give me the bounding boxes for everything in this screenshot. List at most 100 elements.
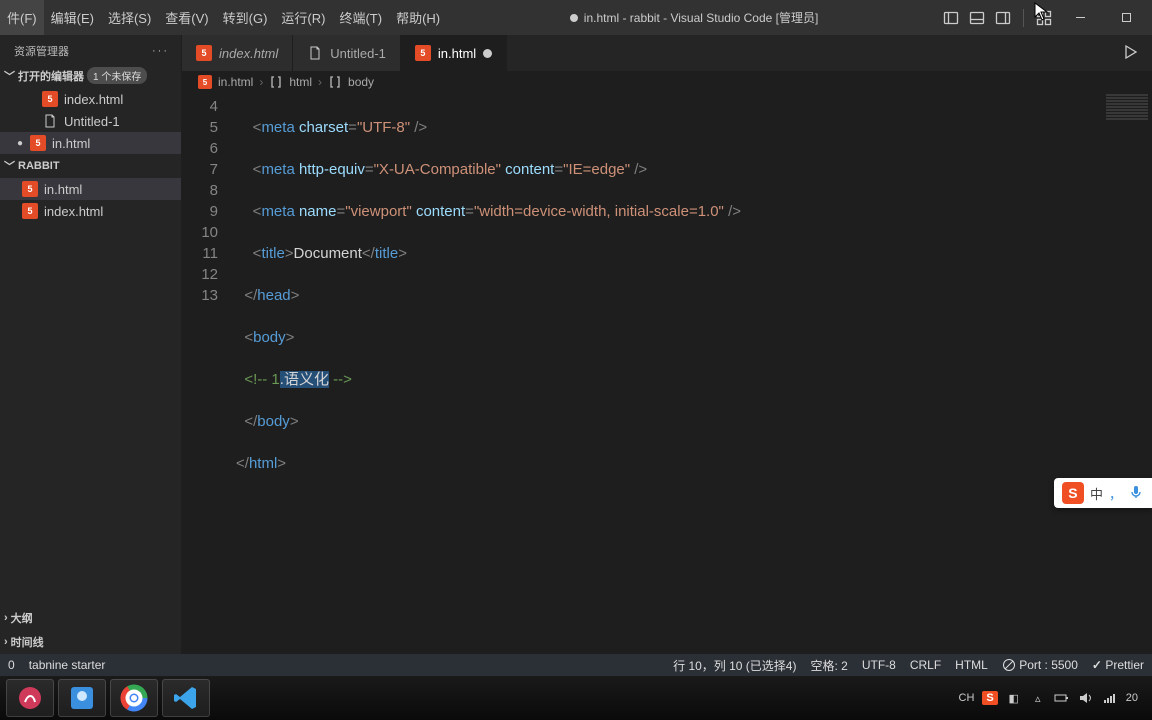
tab-in-html[interactable]: 5 in.html	[401, 35, 507, 71]
folder-file-list: 5 in.html 5 index.html	[0, 178, 181, 222]
html-file-icon: 5	[22, 181, 38, 197]
status-port[interactable]: Port : 5500	[1002, 658, 1078, 673]
breadcrumb-file[interactable]: in.html	[218, 75, 253, 89]
open-editors-label: 打开的编辑器	[18, 68, 84, 84]
menu-select[interactable]: 选择(S)	[101, 0, 158, 35]
taskbar-app-2[interactable]	[58, 679, 106, 717]
file-name: in.html	[52, 136, 90, 151]
tray-wifi-icon[interactable]	[1102, 690, 1118, 706]
menu-goto[interactable]: 转到(G)	[216, 0, 275, 35]
tab-untitled[interactable]: Untitled-1	[293, 35, 401, 71]
main-area: 资源管理器 ··· ﹀ 打开的编辑器 1 个未保存 5 index.html U…	[0, 35, 1152, 654]
layout-panel-icon[interactable]	[967, 8, 987, 28]
menu-help[interactable]: 帮助(H)	[389, 0, 447, 35]
text-file-icon	[307, 45, 323, 61]
customize-layout-icon[interactable]	[1034, 8, 1054, 28]
file-item[interactable]: 5 index.html	[0, 200, 181, 222]
code-editor[interactable]: 45678910111213 <meta charset="UTF-8" /> …	[182, 93, 1152, 654]
tab-label: index.html	[219, 46, 278, 61]
dirty-dot-icon	[483, 49, 492, 58]
status-left-0[interactable]: 0	[8, 658, 15, 672]
tray-icon[interactable]: ▵	[1030, 690, 1046, 706]
open-editor-item[interactable]: Untitled-1	[0, 110, 181, 132]
tray-clock[interactable]: 20	[1126, 692, 1138, 704]
spacer	[28, 117, 36, 125]
timeline-section[interactable]: › 时间线	[0, 630, 181, 654]
chevron-right-icon: ›	[318, 75, 322, 89]
window-minimize[interactable]	[1060, 4, 1100, 32]
ime-toolbar[interactable]: S 中 ，	[1054, 478, 1152, 508]
folder-section[interactable]: ﹀ RABBIT	[0, 154, 181, 178]
chevron-down-icon: ﹀	[4, 68, 15, 84]
file-name: index.html	[44, 204, 103, 219]
breadcrumb-node[interactable]: html	[289, 75, 312, 89]
open-editors-list: 5 index.html Untitled-1 ● 5 in.html	[0, 88, 181, 154]
menu-file[interactable]: 件(F)	[0, 0, 44, 35]
layout-secondary-sidebar-icon[interactable]	[993, 8, 1013, 28]
html-file-icon: 5	[198, 75, 212, 89]
sidebar-footer: › 大纲 › 时间线	[0, 606, 181, 654]
tray-sogou-icon[interactable]: S	[982, 691, 997, 705]
layout-primary-sidebar-icon[interactable]	[941, 8, 961, 28]
menu-view[interactable]: 查看(V)	[158, 0, 215, 35]
status-eol[interactable]: CRLF	[910, 658, 941, 672]
ime-mode[interactable]: 中	[1090, 484, 1103, 503]
taskbar-vscode[interactable]	[162, 679, 210, 717]
breadcrumb[interactable]: 5 in.html › html › body	[182, 71, 1152, 93]
folder-label: RABBIT	[18, 160, 60, 172]
window-title: in.html - rabbit - Visual Studio Code [管…	[447, 9, 941, 26]
tray-volume-icon[interactable]	[1078, 690, 1094, 706]
file-name: index.html	[64, 92, 123, 107]
outline-label: 大纲	[11, 610, 33, 626]
status-prettier[interactable]: ✓ Prettier	[1092, 658, 1144, 672]
html-file-icon: 5	[22, 203, 38, 219]
tray-icon[interactable]: ◧	[1006, 690, 1022, 706]
tray-ime-ch[interactable]: CH	[959, 692, 975, 704]
status-bar: 0 tabnine starter 行 10，列 10 (已选择4) 空格: 2…	[0, 654, 1152, 676]
sidebar-more-icon[interactable]: ···	[152, 45, 169, 57]
system-tray: CH S ◧ ▵ 20	[959, 690, 1146, 706]
ime-punct[interactable]: ，	[1109, 484, 1122, 503]
chevron-right-icon: ›	[4, 636, 8, 648]
mic-icon[interactable]	[1128, 484, 1144, 503]
chevron-right-icon: ›	[259, 75, 263, 89]
title-right-controls	[941, 4, 1146, 32]
taskbar-chrome[interactable]	[110, 679, 158, 717]
html-file-icon: 5	[30, 135, 46, 151]
tab-index-html[interactable]: 5 index.html	[182, 35, 293, 71]
file-item[interactable]: 5 in.html	[0, 178, 181, 200]
run-icon[interactable]	[1122, 44, 1138, 63]
window-maximize[interactable]	[1106, 4, 1146, 32]
timeline-label: 时间线	[11, 634, 44, 650]
taskbar-app-1[interactable]	[6, 679, 54, 717]
sidebar-explorer: 资源管理器 ··· ﹀ 打开的编辑器 1 个未保存 5 index.html U…	[0, 35, 182, 654]
status-language[interactable]: HTML	[955, 658, 988, 672]
text-file-icon	[42, 113, 58, 129]
menu-run[interactable]: 运行(R)	[274, 0, 332, 35]
status-position[interactable]: 行 10，列 10 (已选择4)	[673, 657, 796, 674]
chevron-right-icon: ›	[4, 612, 8, 624]
html-file-icon: 5	[415, 45, 431, 61]
tab-label: in.html	[438, 46, 476, 61]
file-name: in.html	[44, 182, 82, 197]
html-file-icon: 5	[196, 45, 212, 61]
tray-battery-icon[interactable]	[1054, 690, 1070, 706]
outline-section[interactable]: › 大纲	[0, 606, 181, 630]
open-editor-item[interactable]: ● 5 in.html	[0, 132, 181, 154]
menu-edit[interactable]: 编辑(E)	[44, 0, 101, 35]
status-spaces[interactable]: 空格: 2	[810, 657, 847, 674]
menu-terminal[interactable]: 终端(T)	[332, 0, 389, 35]
code-content[interactable]: <meta charset="UTF-8" /> <meta http-equi…	[236, 93, 1152, 654]
editor-area: 5 index.html Untitled-1 5 in.html 5 in.h…	[182, 35, 1152, 654]
breadcrumb-node[interactable]: body	[348, 75, 374, 89]
status-encoding[interactable]: UTF-8	[862, 658, 896, 672]
menu-bar: 件(F) 编辑(E) 选择(S) 查看(V) 转到(G) 运行(R) 终端(T)…	[0, 0, 447, 35]
status-tabnine[interactable]: tabnine starter	[29, 658, 106, 672]
open-editor-item[interactable]: 5 index.html	[0, 88, 181, 110]
open-editors-section[interactable]: ﹀ 打开的编辑器 1 个未保存	[0, 63, 181, 88]
sidebar-title: 资源管理器 ···	[0, 35, 181, 63]
check-icon: ✓	[1092, 658, 1102, 672]
windows-taskbar: CH S ◧ ▵ 20	[0, 676, 1152, 720]
minimap[interactable]	[1102, 93, 1152, 153]
tab-bar: 5 index.html Untitled-1 5 in.html	[182, 35, 1152, 71]
